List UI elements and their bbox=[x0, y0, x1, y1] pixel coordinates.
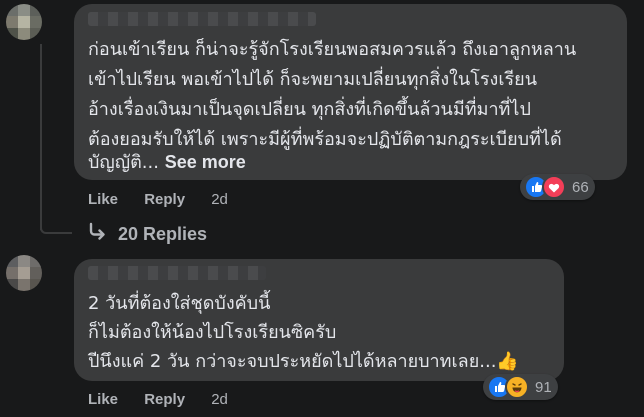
like-button[interactable]: Like bbox=[88, 391, 118, 408]
reaction-summary[interactable]: 91 bbox=[483, 374, 558, 400]
haha-icon bbox=[505, 375, 529, 399]
reply-arrow-icon bbox=[88, 222, 108, 246]
comment-text-line: อ้างเรื่องเงินมาเป็นจุดเปลี่ยน ทุกสิ่งที… bbox=[88, 99, 531, 120]
replies-count-label: 20 Replies bbox=[118, 223, 208, 244]
comment-text-line: 2 วันที่ต้องใส่ชุดบังคับนี้ bbox=[88, 293, 271, 314]
commenter-name[interactable] bbox=[88, 266, 266, 280]
comment-text-line: ปีนึงแค่ 2 วัน กว่าจะจบประหยัดไปได้หลายบ… bbox=[88, 351, 519, 372]
thread-connector bbox=[40, 44, 42, 230]
reaction-count: 66 bbox=[572, 178, 589, 196]
comment-text-truncated: บัญญัติ... bbox=[88, 152, 159, 173]
see-more-link[interactable]: See more bbox=[165, 152, 246, 172]
reply-button[interactable]: Reply bbox=[144, 391, 185, 408]
timestamp[interactable]: 2d bbox=[211, 191, 228, 208]
comment-text-line: บัญญัติ... See more bbox=[88, 150, 246, 175]
reply-button[interactable]: Reply bbox=[144, 191, 185, 208]
like-button[interactable]: Like bbox=[88, 191, 118, 208]
reaction-count: 91 bbox=[535, 378, 552, 396]
commenter-name[interactable] bbox=[88, 12, 316, 26]
comment-text-line: ก็ไม่ต้องให้น้องไปโรงเรียนซิครับ bbox=[88, 322, 337, 343]
commenter-avatar[interactable] bbox=[6, 255, 42, 291]
timestamp[interactable]: 2d bbox=[211, 391, 228, 408]
comment-actions: Like Reply 2d bbox=[88, 191, 250, 208]
comment-actions: Like Reply 2d bbox=[88, 391, 250, 408]
commenter-avatar[interactable] bbox=[6, 4, 42, 40]
reaction-summary[interactable]: 66 bbox=[520, 174, 595, 200]
comment-text-line: ก่อนเข้าเรียน ก็น่าจะรู้จักโรงเรียนพอสมค… bbox=[88, 39, 577, 60]
love-icon bbox=[542, 175, 566, 199]
thread-connector-elbow bbox=[40, 228, 72, 234]
comment-text-line: ต้องยอมรับให้ได้ เพราะมีผู้ที่พร้อมจะปฏิ… bbox=[88, 129, 562, 150]
comment-text-line: เข้าไปเรียน พอเข้าไปได้ ก็จะพยามเปลี่ยนท… bbox=[88, 69, 538, 90]
view-replies-button[interactable]: 20 Replies bbox=[88, 222, 207, 246]
